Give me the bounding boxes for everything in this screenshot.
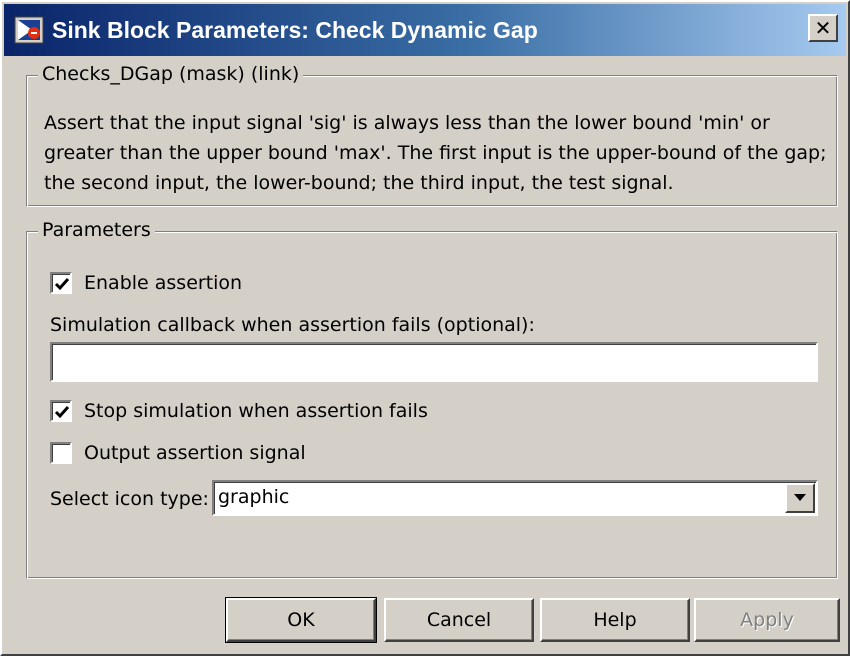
parameters-group-legend: Parameters xyxy=(38,219,155,241)
title-bar[interactable]: Sink Block Parameters: Check Dynamic Gap… xyxy=(4,4,846,56)
ok-button[interactable]: OK xyxy=(225,597,377,643)
help-button[interactable]: Help xyxy=(540,598,690,642)
output-signal-checkbox[interactable] xyxy=(50,442,72,464)
close-icon: ✕ xyxy=(814,16,832,40)
stop-simulation-checkbox[interactable] xyxy=(50,400,72,422)
callback-label: Simulation callback when assertion fails… xyxy=(50,314,535,336)
callback-input[interactable] xyxy=(50,342,818,382)
dropdown-arrow-button[interactable] xyxy=(785,483,815,513)
check-icon xyxy=(54,406,70,419)
description-group-legend: Checks_DGap (mask) (link) xyxy=(38,63,304,85)
enable-assertion-checkbox[interactable] xyxy=(50,272,72,294)
output-signal-label[interactable]: Output assertion signal xyxy=(84,442,306,464)
check-icon xyxy=(54,278,70,291)
close-button[interactable]: ✕ xyxy=(808,14,838,42)
icon-type-label: Select icon type: xyxy=(50,488,209,510)
chevron-down-icon xyxy=(794,494,806,501)
icon-type-select[interactable]: graphic xyxy=(212,480,818,516)
block-description: Assert that the input signal 'sig' is al… xyxy=(44,112,827,194)
enable-assertion-label[interactable]: Enable assertion xyxy=(84,272,242,294)
dialog-window: Sink Block Parameters: Check Dynamic Gap… xyxy=(0,0,850,656)
apply-button[interactable]: Apply xyxy=(694,598,840,642)
cancel-button[interactable]: Cancel xyxy=(384,598,534,642)
stop-simulation-label[interactable]: Stop simulation when assertion fails xyxy=(84,400,428,422)
window-title: Sink Block Parameters: Check Dynamic Gap xyxy=(52,17,538,43)
simulink-block-icon xyxy=(14,16,44,44)
icon-type-value: graphic xyxy=(218,486,290,508)
